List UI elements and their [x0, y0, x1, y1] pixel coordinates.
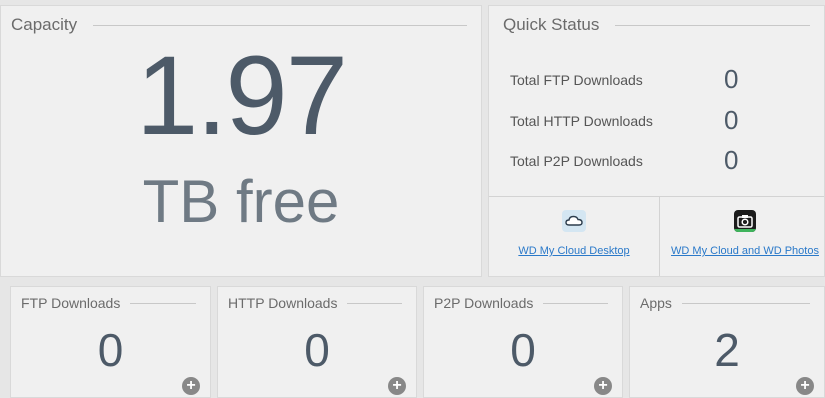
header-divider: [543, 302, 608, 304]
status-value: 0: [724, 105, 739, 135]
quick-status-title: Quick Status: [503, 15, 600, 34]
tile-value: 2: [714, 324, 740, 376]
quick-link-desktop[interactable]: WD My Cloud Desktop: [509, 210, 639, 257]
wd-my-cloud-photos-link[interactable]: WD My Cloud and WD Photos: [660, 245, 825, 257]
tile-title: Apps: [640, 295, 672, 311]
ftp-downloads-tile: FTP Downloads 0 +: [10, 286, 211, 398]
cloud-icon: [562, 210, 586, 232]
http-downloads-tile: HTTP Downloads 0 +: [217, 286, 417, 398]
header-divider: [130, 302, 196, 304]
tile-header: FTP Downloads: [21, 295, 196, 311]
status-label: Total FTP Downloads: [510, 71, 643, 88]
apps-tile: Apps 2 +: [629, 286, 825, 398]
header-divider: [615, 24, 810, 26]
status-value: 0: [724, 145, 739, 175]
tile-title: P2P Downloads: [434, 295, 534, 311]
tile-value: 0: [304, 324, 330, 376]
add-icon[interactable]: +: [594, 377, 612, 395]
status-row-http: Total HTTP Downloads 0: [510, 105, 824, 136]
tile-title: FTP Downloads: [21, 295, 121, 311]
tile-header: HTTP Downloads: [228, 295, 402, 311]
tile-header: Apps: [640, 295, 810, 311]
p2p-downloads-tile: P2P Downloads 0 +: [423, 286, 623, 398]
status-row-p2p: Total P2P Downloads 0: [510, 145, 824, 176]
capacity-title: Capacity: [11, 15, 78, 34]
quick-link-photos[interactable]: WD My Cloud and WD Photos: [660, 210, 825, 257]
capacity-value: 1.97: [136, 33, 348, 158]
wd-my-cloud-desktop-link[interactable]: WD My Cloud Desktop: [509, 245, 639, 257]
tile-value: 0: [97, 324, 124, 376]
tile-header: P2P Downloads: [434, 295, 608, 311]
header-divider: [681, 302, 810, 304]
capacity-header: Capacity: [11, 15, 467, 35]
capacity-unit: TB free: [142, 168, 340, 235]
add-icon[interactable]: +: [182, 377, 200, 395]
tile-value: 0: [510, 324, 536, 376]
capacity-panel: Capacity 1.97 TB free: [0, 5, 482, 277]
quick-status-divider: [489, 196, 824, 197]
add-icon[interactable]: +: [388, 377, 406, 395]
status-row-ftp: Total FTP Downloads 0: [510, 64, 824, 95]
status-label: Total HTTP Downloads: [510, 112, 653, 129]
camera-icon: [734, 210, 756, 232]
quick-status-header: Quick Status: [503, 15, 810, 35]
status-label: Total P2P Downloads: [510, 152, 643, 169]
tile-title: HTTP Downloads: [228, 295, 338, 311]
header-divider: [347, 302, 402, 304]
quick-status-panel: Quick Status Total FTP Downloads 0 Total…: [488, 5, 825, 277]
header-divider: [93, 24, 467, 26]
status-value: 0: [724, 64, 739, 94]
add-icon[interactable]: +: [796, 377, 814, 395]
